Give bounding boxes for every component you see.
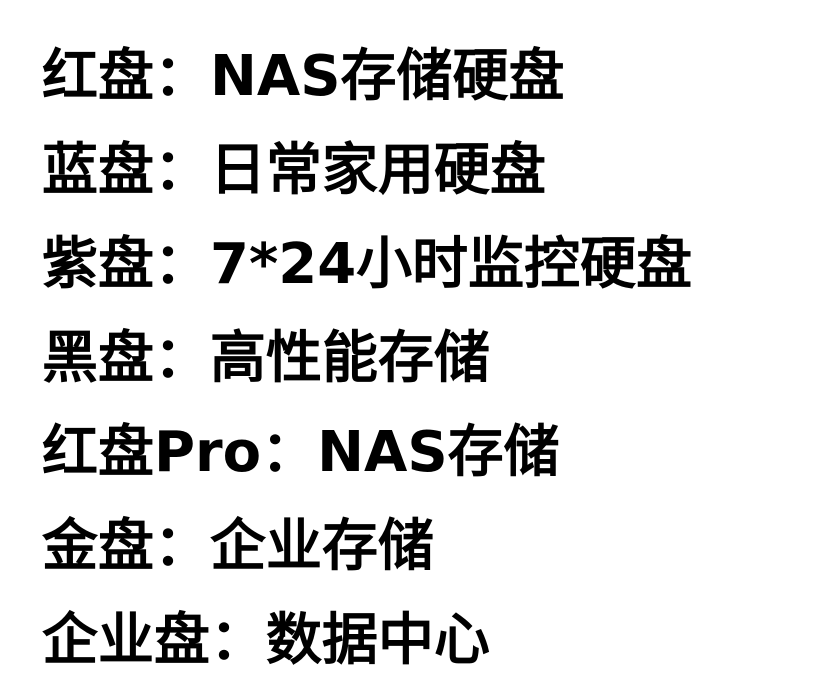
- list-item-black-drive: 黑盘：高性能存储: [42, 326, 490, 391]
- list-item-red-pro-drive: 红盘Pro：NAS存储: [42, 420, 560, 485]
- list-item-red-drive: 红盘：NAS存储硬盘: [42, 44, 565, 109]
- list-item-gold-drive: 金盘：企业存储: [42, 514, 434, 579]
- list-item-enterprise-drive: 企业盘：数据中心: [42, 608, 490, 673]
- list-item-purple-drive: 紫盘：7*24小时监控硬盘: [42, 232, 693, 297]
- list-item-blue-drive: 蓝盘：日常家用硬盘: [42, 138, 546, 203]
- text-list: 红盘：NAS存储硬盘 蓝盘：日常家用硬盘 紫盘：7*24小时监控硬盘 黑盘：高性…: [0, 0, 820, 684]
